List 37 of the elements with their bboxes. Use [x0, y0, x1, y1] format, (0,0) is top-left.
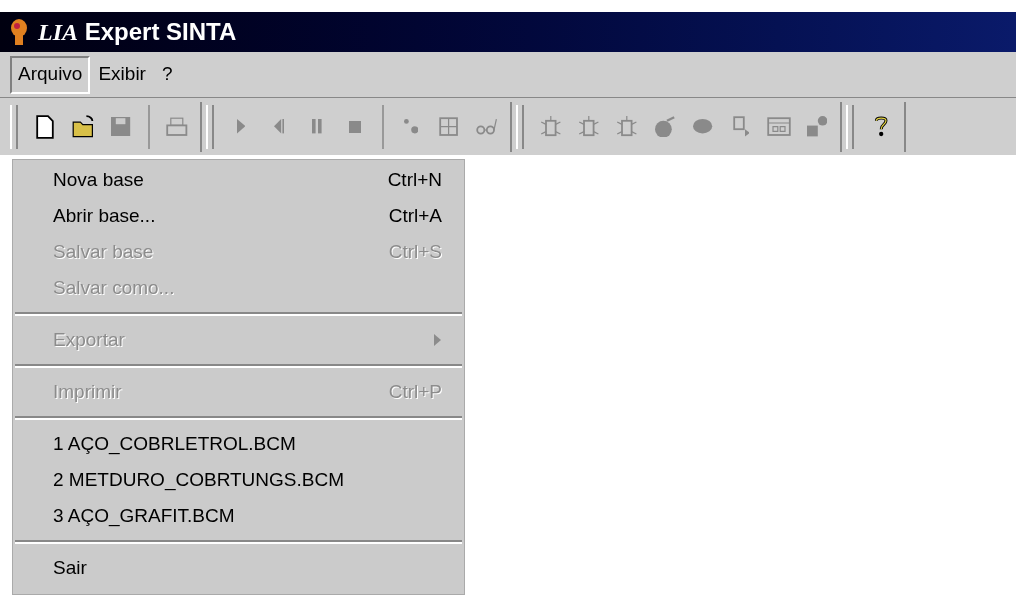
- bug-icon: [616, 116, 638, 137]
- bug-icon: [578, 116, 600, 137]
- window-title: LIA Expert SINTA: [38, 17, 237, 47]
- help-icon: [873, 116, 889, 137]
- glasses-icon: [476, 118, 498, 135]
- window-icon: [767, 116, 791, 137]
- folder-icon: [72, 115, 94, 138]
- head-icon: [8, 18, 30, 46]
- stop-icon: [349, 120, 361, 133]
- menu-item[interactable]: ?: [153, 55, 181, 94]
- menu-option[interactable]: Sair: [13, 550, 464, 586]
- menu-item[interactable]: Exibir: [90, 55, 154, 94]
- shortcut-label: Ctrl+N: [387, 167, 442, 192]
- toolbar-grip[interactable]: [206, 104, 214, 149]
- dots-icon: [403, 119, 419, 134]
- floppy-icon: [111, 116, 131, 137]
- submenu-arrow-icon: [434, 334, 442, 346]
- document-icon: [732, 116, 750, 137]
- menu-option[interactable]: Abrir base... Ctrl+A: [13, 198, 464, 234]
- pause-icon: [312, 119, 322, 134]
- menu-option[interactable]: 1 AÇO_COBRLETROL.BCM: [13, 426, 464, 462]
- page-icon: [36, 114, 54, 139]
- shortcut-label: Ctrl+P: [388, 379, 442, 404]
- shortcut-label: Ctrl+A: [388, 203, 442, 228]
- shortcut-label: Ctrl+S: [388, 239, 442, 264]
- menu-option[interactable]: 3 AÇO_GRAFIT.BCM: [13, 498, 464, 534]
- toolbar-grip[interactable]: [846, 104, 854, 149]
- grid-icon: [439, 116, 459, 137]
- toolbar-grip[interactable]: [516, 104, 524, 149]
- menu-option[interactable]: 2 METDURO_COBRTUNGS.BCM: [13, 462, 464, 498]
- menu-option[interactable]: Nova base Ctrl+N: [13, 162, 464, 198]
- printer-icon: [166, 116, 188, 137]
- menu-item[interactable]: Arquivo: [10, 55, 91, 94]
- toolbar-grip[interactable]: [10, 104, 18, 149]
- play-icon: [236, 119, 246, 134]
- bug-icon: [540, 116, 562, 137]
- step-back-icon: [273, 119, 285, 134]
